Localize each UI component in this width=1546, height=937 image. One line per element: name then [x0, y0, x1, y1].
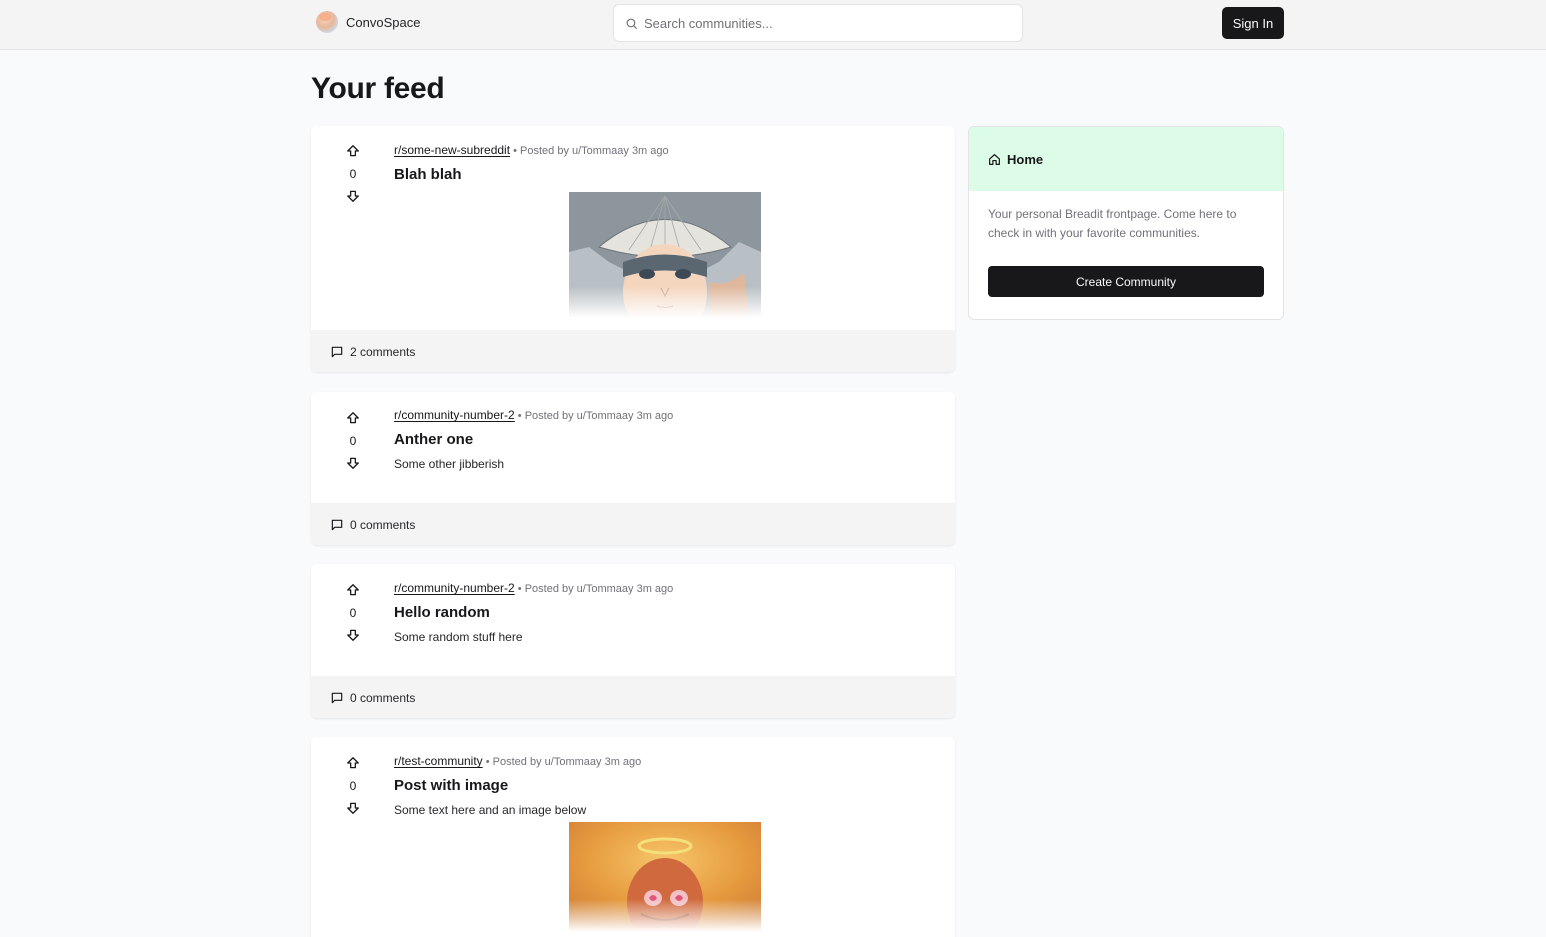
post-text: Some other jibberish	[394, 457, 505, 471]
post-content: r/community-number-2 • Posted by u/Tomma…	[394, 407, 935, 472]
post-time: 3m ago	[604, 756, 642, 768]
search-icon	[626, 18, 637, 29]
brand-name: ConvoSpace	[346, 14, 421, 30]
subreddit-link[interactable]: r/some-new-subreddit	[394, 143, 510, 157]
meta-separator: •	[485, 756, 490, 768]
create-community-button[interactable]: Create Community	[988, 266, 1264, 297]
search-input[interactable]	[644, 15, 984, 31]
posted-by: Posted by u/Tommaay	[520, 145, 629, 157]
post-content: r/community-number-2 • Posted by u/Tomma…	[394, 580, 935, 645]
post-title[interactable]: Post with image	[394, 776, 935, 796]
sign-in-button[interactable]: Sign In	[1222, 7, 1284, 39]
post-text: Some text here and an image below	[394, 803, 587, 817]
posted-by: Posted by u/Tommaay	[524, 583, 634, 595]
downvote-icon[interactable]	[346, 628, 360, 642]
post-time: 3m ago	[636, 410, 674, 422]
haloed-character-image	[569, 822, 761, 932]
post-meta: r/some-new-subreddit • Posted by u/Tomma…	[394, 142, 935, 159]
downvote-icon[interactable]	[346, 801, 360, 815]
vote-count: 0	[349, 606, 357, 620]
post-title[interactable]: Hello random	[394, 603, 935, 623]
message-square-icon	[331, 519, 343, 530]
page-title: Your feed	[311, 72, 445, 105]
post-time: 3m ago	[631, 145, 669, 157]
post-card: 0 r/community-number-2 • Posted by u/Tom…	[311, 564, 955, 718]
sidebar-description: Your personal Breadit frontpage. Come he…	[988, 207, 1237, 240]
upvote-icon[interactable]	[346, 756, 360, 770]
anime-character-image	[569, 192, 761, 318]
post-meta: r/test-community • Posted by u/Tommaay 3…	[394, 753, 935, 770]
post-title[interactable]: Anther one	[394, 430, 935, 450]
home-sidebar-card: Home Your personal Breadit frontpage. Co…	[968, 126, 1284, 320]
sidebar-header: Home	[969, 127, 1283, 191]
posted-by: Posted by u/Tommaay	[524, 410, 634, 422]
vote-column: 0	[342, 756, 364, 815]
home-icon	[989, 153, 1000, 165]
meta-separator: •	[517, 410, 522, 422]
upvote-icon[interactable]	[346, 144, 360, 158]
post-content: r/test-community • Posted by u/Tommaay 3…	[394, 753, 935, 932]
subreddit-link[interactable]: r/test-community	[394, 754, 483, 768]
comments-count: 0 comments	[350, 517, 416, 532]
post-title[interactable]: Blah blah	[394, 165, 935, 185]
comments-link[interactable]: 0 comments	[311, 676, 955, 718]
message-square-icon	[331, 692, 343, 703]
vote-count: 0	[349, 167, 357, 181]
post-meta: r/community-number-2 • Posted by u/Tomma…	[394, 407, 935, 424]
downvote-icon[interactable]	[346, 456, 360, 470]
comments-count: 2 comments	[350, 344, 416, 359]
vote-column: 0	[342, 411, 364, 470]
post-card: 0 r/some-new-subreddit • Posted by u/Tom…	[311, 126, 955, 372]
vote-count: 0	[349, 779, 357, 793]
post-card: 0 r/test-community • Posted by u/Tommaay…	[311, 737, 955, 937]
upvote-icon[interactable]	[346, 583, 360, 597]
vote-count: 0	[349, 434, 357, 448]
posted-by: Posted by u/Tommaay	[492, 756, 602, 768]
meta-separator: •	[513, 145, 517, 157]
post-text: Some random stuff here	[394, 630, 523, 644]
comments-link[interactable]: 0 comments	[311, 503, 955, 545]
search-bar[interactable]	[613, 4, 1023, 42]
sidebar-title: Home	[1007, 151, 1044, 167]
upvote-icon[interactable]	[346, 411, 360, 425]
comments-count: 0 comments	[350, 690, 416, 705]
post-content: r/some-new-subreddit • Posted by u/Tomma…	[394, 142, 935, 318]
post-meta: r/community-number-2 • Posted by u/Tomma…	[394, 580, 935, 597]
vote-column: 0	[342, 144, 364, 203]
brand-logo-icon	[316, 11, 338, 33]
downvote-icon[interactable]	[346, 189, 360, 203]
comments-link[interactable]: 2 comments	[311, 330, 955, 372]
subreddit-link[interactable]: r/community-number-2	[394, 581, 515, 595]
meta-separator: •	[517, 583, 522, 595]
message-square-icon	[331, 346, 343, 357]
brand-link[interactable]: ConvoSpace	[316, 11, 420, 33]
subreddit-link[interactable]: r/community-number-2	[394, 408, 515, 422]
post-card: 0 r/community-number-2 • Posted by u/Tom…	[311, 392, 955, 545]
vote-column: 0	[342, 583, 364, 642]
top-navbar: ConvoSpace Sign In	[0, 0, 1546, 50]
post-time: 3m ago	[636, 583, 674, 595]
